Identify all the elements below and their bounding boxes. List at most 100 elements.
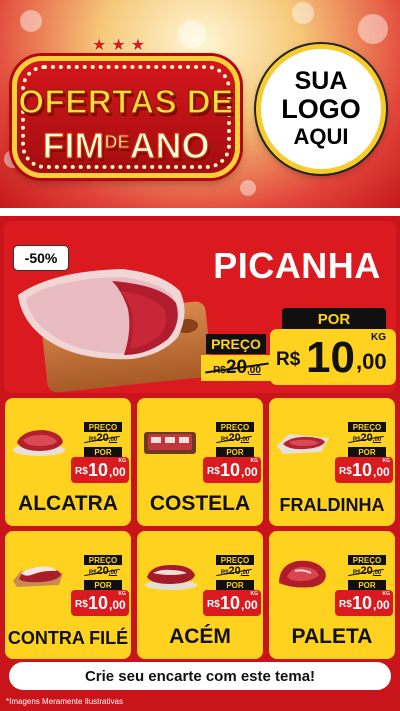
price-unit: KG <box>250 458 259 464</box>
sign-stars: ★ ★ ★ <box>92 38 145 54</box>
product-name: ACÉM <box>169 625 231 648</box>
price-integer: 10 <box>88 460 109 480</box>
paleta-image <box>279 560 326 588</box>
preco-label: PREÇO <box>206 334 266 354</box>
price-currency: R$ <box>339 599 352 610</box>
price-decimal: ,00 <box>373 598 390 612</box>
price-unit: KG <box>382 591 391 597</box>
por-label: POR <box>84 580 122 590</box>
old-price: R$20,00 <box>84 565 122 579</box>
logo-placeholder[interactable]: SUA LOGO AQUI <box>256 44 386 174</box>
old-price: R$20,00 <box>84 432 122 446</box>
offer-sign: OFERTAS DE FIMDEANO <box>12 56 240 178</box>
price-currency: R$ <box>339 466 352 477</box>
product-card[interactable]: PREÇO R$20,00 POR R$ 10 ,00 KG ALCATRA <box>5 398 131 526</box>
confetti-decoration <box>240 180 256 196</box>
price-unit: KG <box>371 332 386 343</box>
price-decimal: ,00 <box>373 465 390 479</box>
price-integer: 10 <box>88 593 109 613</box>
product-name: FRALDINHA <box>279 495 385 515</box>
sign-title-line1: OFERTAS DE <box>18 82 234 120</box>
old-price: R$20,00 <box>348 565 386 579</box>
por-label: POR <box>84 447 122 457</box>
price-unit: KG <box>250 591 259 597</box>
logo-line2: LOGO <box>281 94 361 124</box>
product-card[interactable]: PREÇO R$20,00 POR R$ 10 ,00 KG PALETA <box>269 531 395 659</box>
price-integer: 10 <box>352 460 373 480</box>
logo-line1: SUA <box>294 67 348 95</box>
alcatra-image <box>13 430 65 456</box>
old-price: R$20,00 <box>216 432 254 446</box>
sale-price: R$ 10 ,00 KG <box>71 590 129 616</box>
price-decimal: ,00 <box>109 465 126 479</box>
sign-title-line2: FIMDEANO <box>17 124 235 167</box>
logo-line3: AQUI <box>293 124 349 149</box>
product-name: COSTELA <box>149 492 251 515</box>
disclaimer-text: *Imagens Meramente Ilustrativas <box>6 697 123 706</box>
por-label: POR <box>348 447 386 457</box>
confetti-decoration <box>178 20 206 48</box>
por-label: POR <box>282 308 386 330</box>
costela-image <box>144 432 196 454</box>
old-price: R$20,00 <box>201 355 273 381</box>
sale-price: R$ 10 ,00 KG <box>270 329 396 385</box>
star-icon: ★ <box>130 37 146 54</box>
price-integer: 10 <box>306 333 355 382</box>
price-unit: KG <box>118 591 127 597</box>
preco-label: PREÇO <box>84 555 122 565</box>
price-unit: KG <box>382 458 391 464</box>
old-price: R$20,00 <box>216 565 254 579</box>
product-card[interactable]: PREÇO R$20,00 POR R$ 10 ,00 KG COSTELA <box>137 398 263 526</box>
confetti-decoration <box>358 14 388 44</box>
sign-fim: FIM <box>42 124 105 166</box>
price-decimal: ,00 <box>241 598 258 612</box>
confetti-decoration <box>292 2 314 24</box>
fraldinha-image <box>277 434 329 454</box>
featured-product[interactable]: -50% PICANHA PREÇO R$20,00 POR R$ 10 ,00… <box>4 221 396 393</box>
price-currency: R$ <box>276 349 301 370</box>
contra-file-image <box>13 566 63 587</box>
price-currency: R$ <box>207 599 220 610</box>
price-integer: 10 <box>352 593 373 613</box>
por-label: POR <box>216 580 254 590</box>
star-icon: ★ <box>111 37 126 54</box>
preco-label: PREÇO <box>348 422 386 432</box>
preco-label: PREÇO <box>216 555 254 565</box>
acem-image <box>145 565 197 590</box>
star-icon: ★ <box>92 37 107 54</box>
product-title: PICANHA <box>213 245 381 286</box>
preco-label: PREÇO <box>348 555 386 565</box>
price-integer: 10 <box>220 460 241 480</box>
product-card[interactable]: PREÇO R$20,00 POR R$ 10 ,00 KG FRALDINHA <box>269 398 395 526</box>
sale-price: R$ 10 ,00 KG <box>203 457 261 483</box>
product-card[interactable]: PREÇO R$20,00 POR R$ 10 ,00 KG CONTRA FI… <box>5 531 131 659</box>
por-label: POR <box>216 447 254 457</box>
product-card[interactable]: PREÇO R$20,00 POR R$ 10 ,00 KG ACÉM <box>137 531 263 659</box>
price-unit: KG <box>118 458 127 464</box>
price-decimal: ,00 <box>356 349 387 374</box>
preco-label: PREÇO <box>216 422 254 432</box>
sale-price: R$ 10 ,00 KG <box>203 590 261 616</box>
price-decimal: ,00 <box>241 465 258 479</box>
price-currency: R$ <box>75 599 88 610</box>
cta-banner[interactable]: Crie seu encarte com este tema! <box>9 662 391 690</box>
header-divider <box>0 208 400 216</box>
por-label: POR <box>348 580 386 590</box>
price-currency: R$ <box>207 466 220 477</box>
confetti-decoration <box>20 10 42 32</box>
discount-badge: -50% <box>13 245 69 271</box>
price-currency: R$ <box>75 466 88 477</box>
product-name: ALCATRA <box>18 492 118 515</box>
header-banner: ★ ★ ★ OFERTAS DE FIMDEANO SUA LOGO AQUI <box>0 0 400 208</box>
sale-price: R$ 10 ,00 KG <box>335 590 393 616</box>
sale-price: R$ 10 ,00 KG <box>71 457 129 483</box>
price-integer: 10 <box>220 593 241 613</box>
sale-price: R$ 10 ,00 KG <box>335 457 393 483</box>
product-name: CONTRA FILÉ <box>7 628 129 648</box>
sign-ano: ANO <box>129 124 210 166</box>
old-price: R$20,00 <box>348 432 386 446</box>
preco-label: PREÇO <box>84 422 122 432</box>
sign-de: DE <box>104 131 130 152</box>
product-name: PALETA <box>291 625 373 648</box>
price-decimal: ,00 <box>109 598 126 612</box>
